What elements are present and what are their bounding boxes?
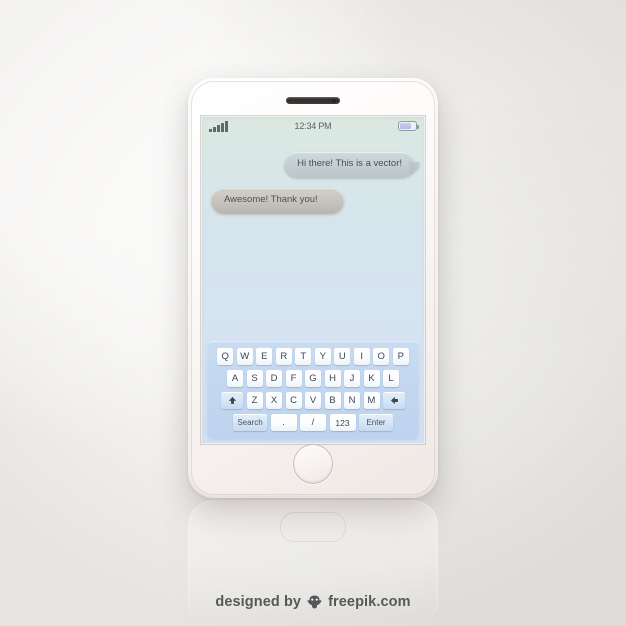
smartphone-device: 12:34 PM Hi there! This is a vector! Awe… <box>188 78 438 498</box>
freepik-logo-icon <box>307 595 322 609</box>
status-bar-clock: 12:34 PM <box>294 121 332 131</box>
key-v[interactable]: V <box>305 392 321 409</box>
battery-fill <box>400 123 411 129</box>
key-p[interactable]: P <box>392 348 409 365</box>
key-l[interactable]: L <box>383 370 399 387</box>
key-q[interactable]: Q <box>217 348 234 365</box>
message-row: Hi there! This is a vector! <box>211 152 419 178</box>
key-k[interactable]: K <box>363 370 380 387</box>
shift-arrow-up-icon[interactable] <box>221 392 243 409</box>
key-c[interactable]: C <box>285 392 302 409</box>
mockup-canvas: 12:34 PM Hi there! This is a vector! Awe… <box>0 0 626 626</box>
status-bar: 12:34 PM <box>201 116 425 136</box>
branding-footer: designed by freepik.com <box>0 594 626 610</box>
battery-icon <box>398 121 419 131</box>
keyboard-row-2: A S D F G H J K L <box>212 370 414 387</box>
search-key[interactable]: Search <box>233 414 267 431</box>
key-j[interactable]: J <box>344 370 360 387</box>
key-h[interactable]: H <box>324 370 341 387</box>
key-b[interactable]: B <box>324 392 341 409</box>
keyboard-row-1: Q W E R T Y U I O P <box>212 348 414 365</box>
key-m[interactable]: M <box>363 392 380 409</box>
key-x[interactable]: X <box>266 392 282 409</box>
key-d[interactable]: D <box>266 370 282 387</box>
key-n[interactable]: N <box>344 392 360 409</box>
home-button[interactable] <box>293 444 333 484</box>
on-screen-keyboard: Q W E R T Y U I O P A S D F G H J K L Z … <box>207 341 419 439</box>
freepik-domain-label: freepik.com <box>328 594 411 610</box>
designed-by-label: designed by <box>215 594 302 610</box>
numbers-key[interactable]: 123 <box>329 414 356 431</box>
message-row: Awesome! Thank you! <box>211 187 415 214</box>
key-f[interactable]: F <box>285 370 302 387</box>
slash-key[interactable]: / <box>300 414 326 431</box>
period-key[interactable]: . <box>270 414 297 431</box>
key-a[interactable]: A <box>227 370 243 387</box>
backspace-arrow-left-icon[interactable] <box>383 392 405 409</box>
key-w[interactable]: W <box>236 348 253 365</box>
phone-screen: 12:34 PM Hi there! This is a vector! Awe… <box>201 116 425 444</box>
speaker-grille-icon <box>286 97 340 104</box>
key-u[interactable]: U <box>334 348 351 365</box>
key-z[interactable]: Z <box>246 392 263 409</box>
key-t[interactable]: T <box>295 348 312 365</box>
key-s[interactable]: S <box>246 370 263 387</box>
key-r[interactable]: R <box>275 348 292 365</box>
key-o[interactable]: O <box>373 348 390 365</box>
keyboard-row-4: Search . / 123 Enter <box>212 414 414 431</box>
key-e[interactable]: E <box>256 348 273 365</box>
enter-key[interactable]: Enter <box>359 414 393 431</box>
key-i[interactable]: I <box>353 348 370 365</box>
keyboard-row-3: Z X C V B N M <box>212 392 414 409</box>
key-g[interactable]: G <box>305 370 321 387</box>
key-y[interactable]: Y <box>314 348 331 365</box>
reflection-home-button <box>280 512 346 542</box>
message-list: Hi there! This is a vector! Awesome! Tha… <box>201 136 425 214</box>
message-bubble-outgoing[interactable]: Awesome! Thank you! <box>211 187 344 214</box>
message-bubble-incoming[interactable]: Hi there! This is a vector! <box>284 152 419 178</box>
